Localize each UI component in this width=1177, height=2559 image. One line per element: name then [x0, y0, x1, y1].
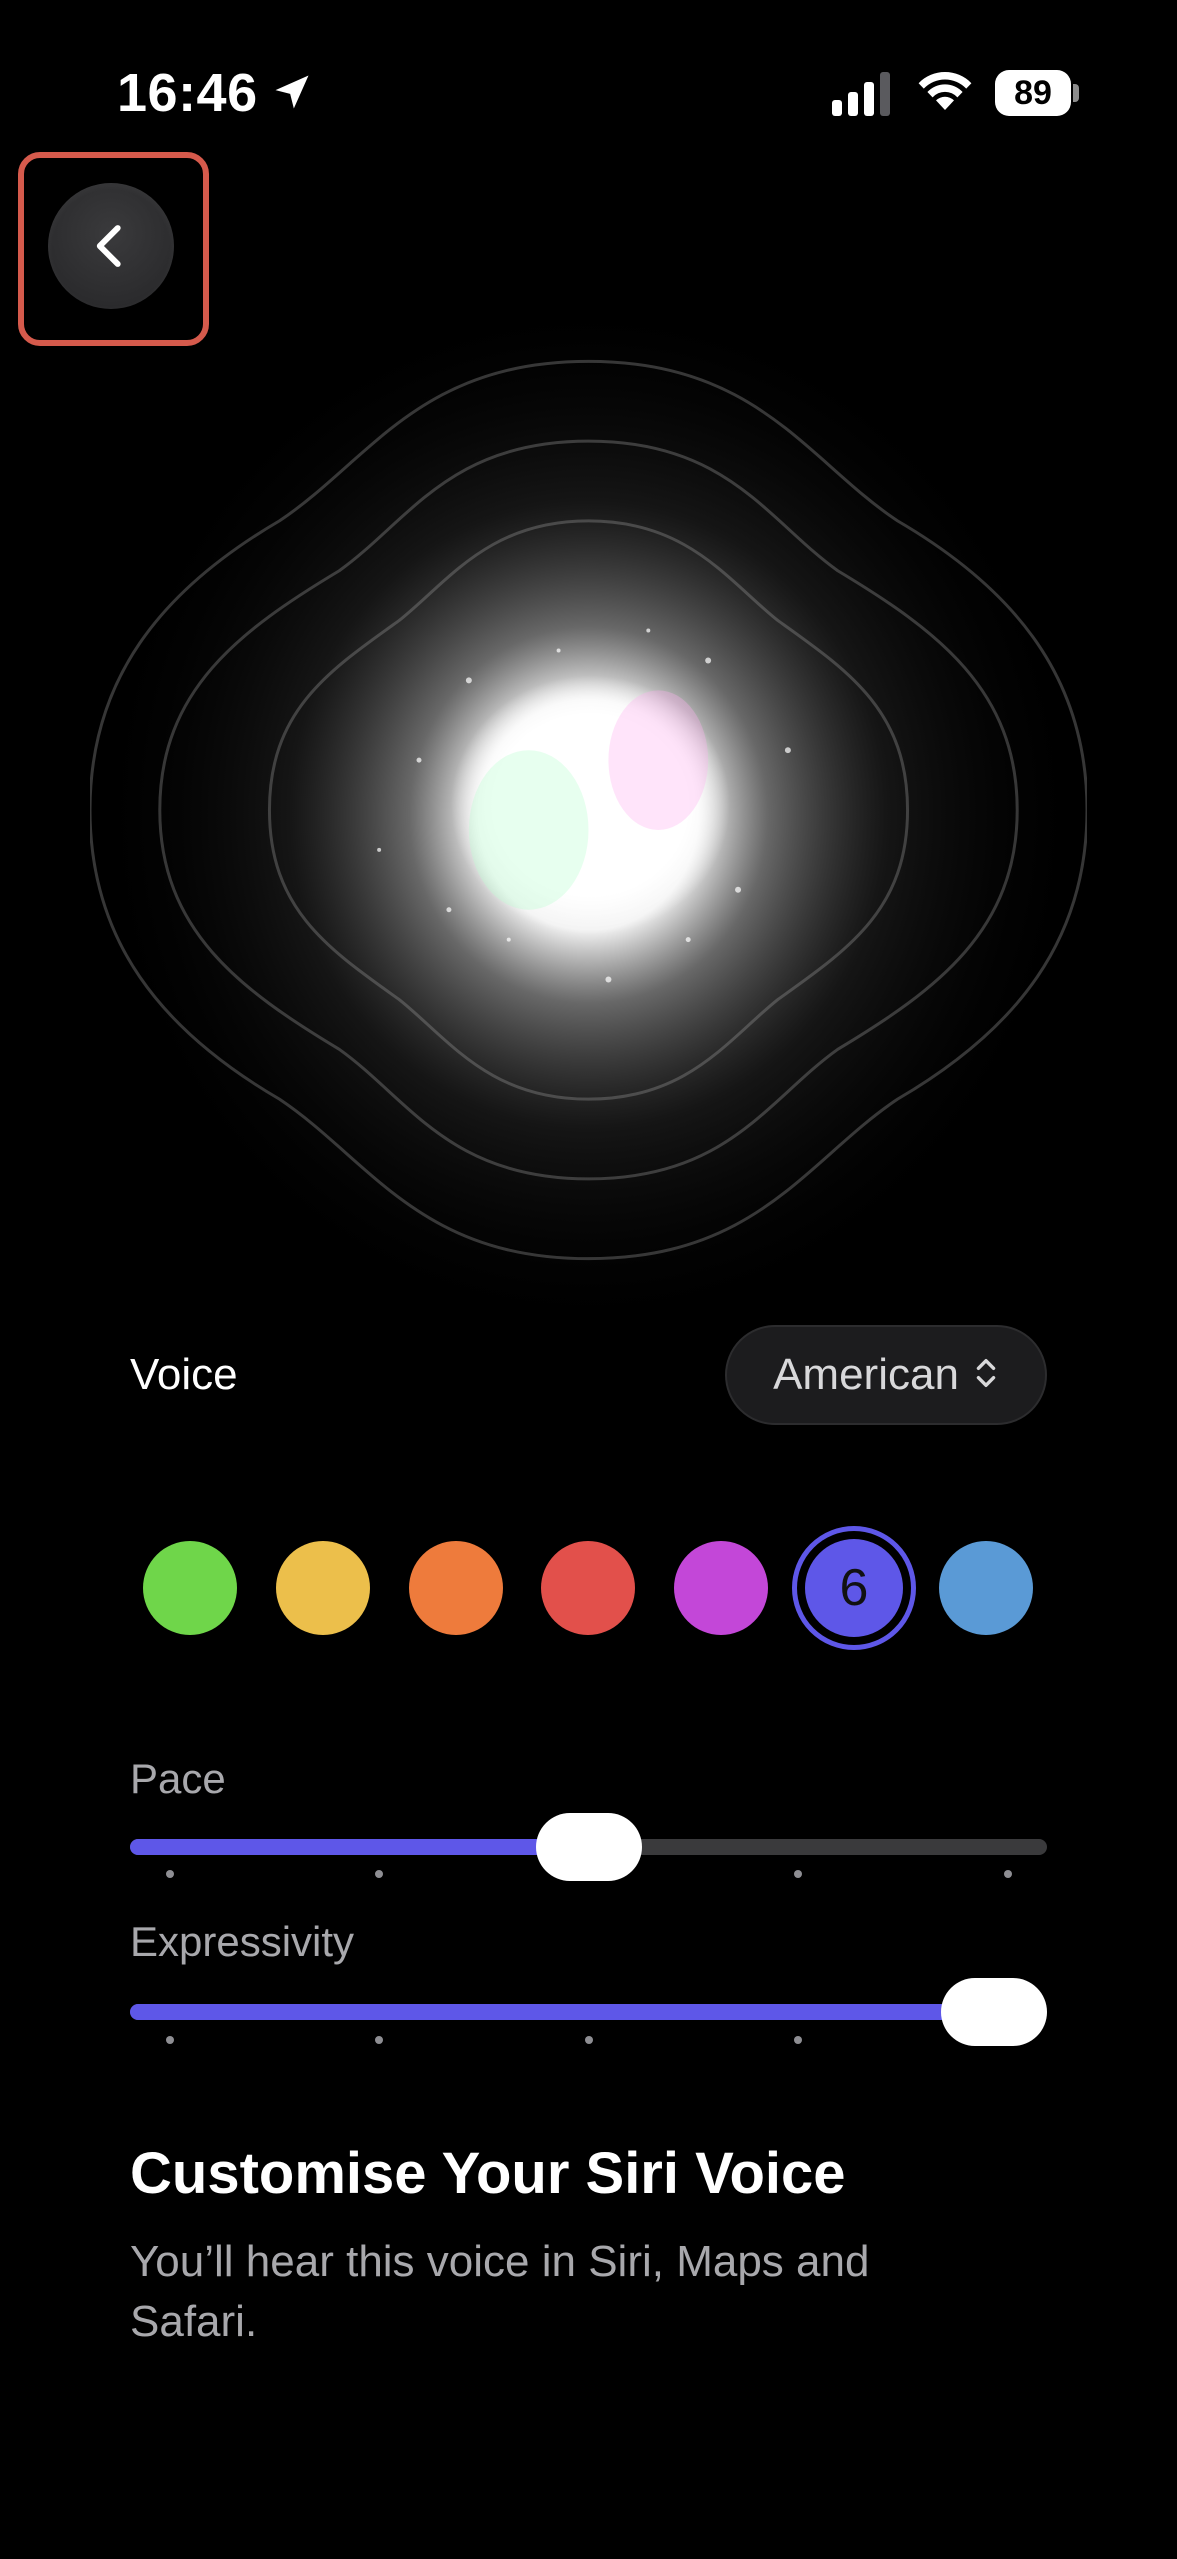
expressivity-label: Expressivity: [130, 1918, 355, 1965]
voice-option-2[interactable]: [276, 1541, 370, 1635]
voice-option-6-selected[interactable]: 6: [805, 1539, 903, 1637]
pace-tick: [375, 1870, 383, 1878]
pace-slider-thumb[interactable]: [535, 1813, 642, 1881]
expressivity-tick: [794, 2036, 802, 2044]
voice-option-1[interactable]: [143, 1541, 237, 1635]
location-arrow-icon: [270, 70, 314, 114]
voice-label: Voice: [130, 1350, 238, 1399]
battery-nub: [1073, 84, 1079, 102]
battery-icon: 89: [995, 70, 1081, 116]
pace-tick: [1004, 1870, 1012, 1878]
voice-option-3[interactable]: [409, 1541, 503, 1635]
voice-variety-value: American: [773, 1350, 959, 1399]
expressivity-tick: [166, 2036, 174, 2044]
status-time: 16:46: [117, 63, 258, 123]
pace-slider-fill: [130, 1839, 589, 1855]
pace-label: Pace: [130, 1755, 226, 1802]
pace-tick: [794, 1870, 802, 1878]
voice-option-7[interactable]: [939, 1541, 1033, 1635]
wifi-icon: [915, 66, 975, 116]
expressivity-slider-thumb[interactable]: [941, 1978, 1047, 2046]
expressivity-slider[interactable]: [130, 2004, 1047, 2020]
siri-orb-animation: [88, 290, 1089, 1340]
voice-variety-select[interactable]: American: [725, 1325, 1047, 1425]
battery-level: 89: [995, 70, 1071, 116]
pace-tick: [166, 1870, 174, 1878]
chevron-left-icon: [96, 225, 121, 267]
expressivity-tick: [375, 2036, 383, 2044]
cellular-signal-icon: [832, 72, 896, 116]
chevron-updown-icon: [973, 1356, 999, 1395]
voice-option-5[interactable]: [674, 1541, 768, 1635]
page-description: You’ll hear this voice in Siri, Maps and…: [130, 2237, 870, 2346]
expressivity-slider-fill: [130, 2004, 994, 2020]
page-title: Customise Your Siri Voice: [130, 2141, 846, 2206]
expressivity-tick: [585, 2036, 593, 2044]
voice-option-4[interactable]: [541, 1541, 635, 1635]
